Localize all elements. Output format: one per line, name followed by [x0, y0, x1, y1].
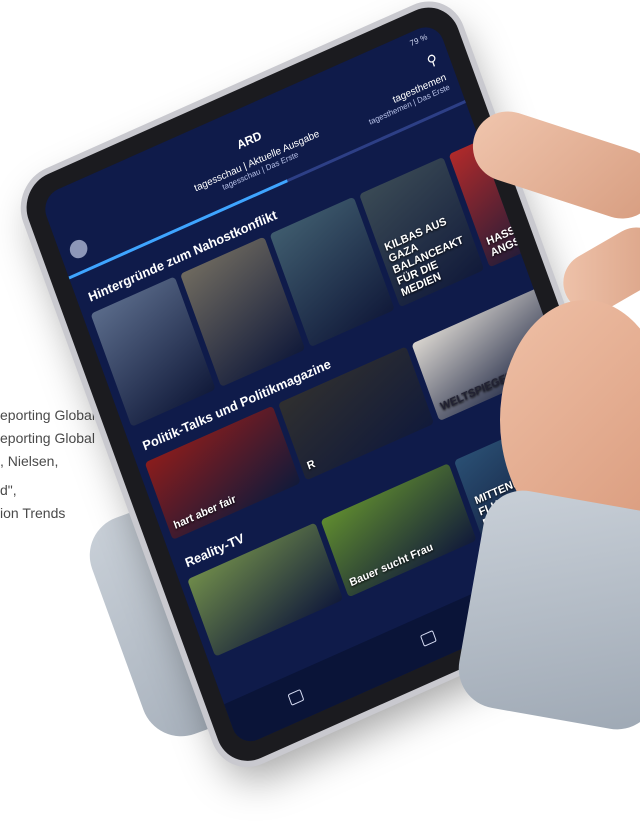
tile-caption: KILBAS AUS GAZA BALANCEAKT FÜR DIE MEDIE…: [383, 215, 466, 300]
tile-caption: Bauer sucht Frau: [348, 541, 435, 590]
nav-library[interactable]: [419, 628, 441, 647]
nav-home[interactable]: [287, 687, 309, 706]
library-icon: [419, 629, 437, 647]
status-time: [55, 197, 59, 208]
avatar[interactable]: [67, 236, 90, 262]
home-icon: [287, 688, 305, 706]
app-logo[interactable]: ARD: [235, 128, 264, 152]
tile-caption: [219, 597, 336, 649]
search-icon[interactable]: ⚲: [425, 50, 440, 70]
tile-caption: HASS WUT ANGST: [484, 212, 543, 260]
next-show[interactable]: tagesthemen tagesthemen | Das Erste: [364, 72, 451, 127]
